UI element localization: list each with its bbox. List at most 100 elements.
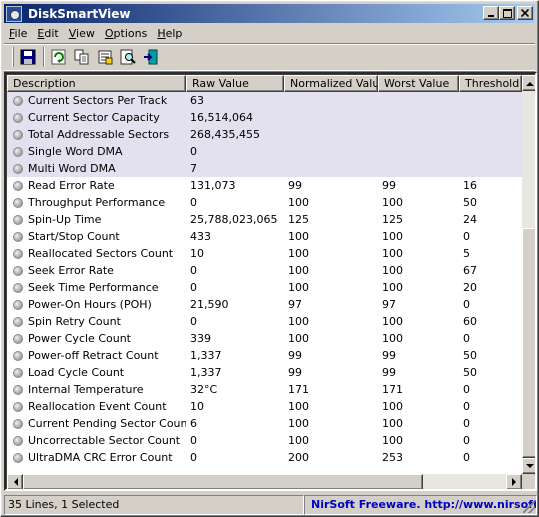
nirsoft-link-text[interactable]: NirSoft Freeware. http://www.nirsoft.n bbox=[311, 498, 536, 511]
cell-threshold: 0 bbox=[463, 451, 470, 464]
column-header-threshold[interactable]: Threshold ... bbox=[459, 75, 522, 92]
refresh-icon bbox=[51, 49, 66, 65]
table-row[interactable]: Current Sectors Per Track 63 bbox=[7, 92, 522, 109]
copy-icon bbox=[74, 49, 89, 65]
table-row[interactable]: Reallocated Sectors Count 10 100 100 5 bbox=[7, 245, 522, 262]
description-text: Start/Stop Count bbox=[28, 230, 120, 243]
description-text: Seek Time Performance bbox=[28, 281, 159, 294]
cell-threshold: 50 bbox=[463, 366, 477, 379]
column-header-normalized-value[interactable]: Normalized Value bbox=[284, 75, 378, 92]
horizontal-scroll-thumb[interactable] bbox=[23, 474, 423, 489]
cell-description: Spin Retry Count bbox=[7, 315, 186, 328]
toolbar-grip[interactable] bbox=[12, 47, 14, 67]
cell-worst-value: 100 bbox=[382, 400, 403, 413]
cell-threshold: 50 bbox=[463, 349, 477, 362]
copy-button[interactable] bbox=[71, 46, 93, 68]
scroll-up-button[interactable] bbox=[522, 75, 535, 91]
cell-description: Load Cycle Count bbox=[7, 366, 186, 379]
cell-raw-value: 10 bbox=[190, 247, 204, 260]
cell-normalized-value: 200 bbox=[288, 451, 309, 464]
find-button[interactable] bbox=[117, 46, 139, 68]
scroll-right-button[interactable] bbox=[506, 474, 522, 489]
cell-description: Reallocation Event Count bbox=[7, 400, 186, 413]
status-bullet-icon bbox=[13, 418, 23, 429]
nirsoft-link[interactable]: NirSoft Freeware. http://www.nirsoft.n bbox=[304, 495, 537, 515]
status-bullet-icon bbox=[13, 95, 23, 106]
menu-file[interactable]: File bbox=[4, 27, 32, 40]
table-row[interactable]: Reallocation Event Count 10 100 100 0 bbox=[7, 398, 522, 415]
table-row[interactable]: Internal Temperature 32°C 171 171 0 bbox=[7, 381, 522, 398]
cell-description: Internal Temperature bbox=[7, 383, 186, 396]
resize-grip[interactable] bbox=[523, 501, 535, 513]
cell-worst-value: 100 bbox=[382, 281, 403, 294]
properties-button[interactable] bbox=[94, 46, 116, 68]
vertical-scroll-thumb[interactable] bbox=[522, 228, 535, 458]
cell-description: Total Addressable Sectors bbox=[7, 128, 186, 141]
status-bullet-icon bbox=[13, 231, 23, 242]
table-row[interactable]: Start/Stop Count 433 100 100 0 bbox=[7, 228, 522, 245]
cell-normalized-value: 100 bbox=[288, 400, 309, 413]
disk-app-icon[interactable] bbox=[6, 5, 22, 22]
menu-view[interactable]: View bbox=[64, 27, 100, 40]
table-row[interactable]: Power-off Retract Count 1,337 99 99 50 bbox=[7, 347, 522, 364]
table-row[interactable]: Single Word DMA 0 bbox=[7, 143, 522, 160]
cell-worst-value: 100 bbox=[382, 230, 403, 243]
close-button[interactable] bbox=[517, 6, 533, 20]
table-row[interactable]: Seek Error Rate 0 100 100 67 bbox=[7, 262, 522, 279]
description-text: Spin Retry Count bbox=[28, 315, 121, 328]
column-header-description[interactable]: Description bbox=[7, 75, 186, 92]
cell-threshold: 60 bbox=[463, 315, 477, 328]
table-row[interactable]: Current Sector Capacity 16,514,064 bbox=[7, 109, 522, 126]
horizontal-scrollbar[interactable] bbox=[7, 474, 522, 489]
vertical-scrollbar[interactable] bbox=[522, 75, 535, 474]
cell-normalized-value: 100 bbox=[288, 264, 309, 277]
table-row[interactable]: Power Cycle Count 339 100 100 0 bbox=[7, 330, 522, 347]
status-bullet-icon bbox=[13, 163, 23, 174]
table-row[interactable]: Power-On Hours (POH) 21,590 97 97 0 bbox=[7, 296, 522, 313]
table-row[interactable]: Total Addressable Sectors 268,435,455 bbox=[7, 126, 522, 143]
refresh-button[interactable] bbox=[48, 46, 70, 68]
cell-normalized-value: 97 bbox=[288, 298, 302, 311]
description-text: Reallocation Event Count bbox=[28, 400, 167, 413]
description-text: Power Cycle Count bbox=[28, 332, 131, 345]
menu-edit[interactable]: Edit bbox=[32, 27, 63, 40]
description-text: Internal Temperature bbox=[28, 383, 144, 396]
cell-normalized-value: 100 bbox=[288, 281, 309, 294]
status-bullet-icon bbox=[13, 316, 23, 327]
table-row[interactable]: Seek Time Performance 0 100 100 20 bbox=[7, 279, 522, 296]
table-row[interactable]: Load Cycle Count 1,337 99 99 50 bbox=[7, 364, 522, 381]
scroll-down-button[interactable] bbox=[522, 458, 535, 474]
smart-attributes-list[interactable]: Description Raw Value Normalized Value W… bbox=[4, 72, 537, 491]
cell-description: Power-On Hours (POH) bbox=[7, 298, 186, 311]
cell-threshold: 0 bbox=[463, 332, 470, 345]
table-row[interactable]: Spin Retry Count 0 100 100 60 bbox=[7, 313, 522, 330]
table-row[interactable]: Throughput Performance 0 100 100 50 bbox=[7, 194, 522, 211]
description-text: Multi Word DMA bbox=[28, 162, 116, 175]
column-header-worst-value[interactable]: Worst Value bbox=[378, 75, 459, 92]
minimize-button[interactable] bbox=[483, 6, 499, 20]
cell-worst-value: 97 bbox=[382, 298, 396, 311]
title-bar[interactable]: DiskSmartView bbox=[4, 4, 535, 23]
table-row[interactable]: Spin-Up Time 25,788,023,065 125 125 24 bbox=[7, 211, 522, 228]
column-header-raw-value[interactable]: Raw Value bbox=[186, 75, 284, 92]
table-row[interactable]: UltraDMA CRC Error Count 0 200 253 0 bbox=[7, 449, 522, 466]
cell-raw-value: 0 bbox=[190, 264, 197, 277]
menu-help[interactable]: Help bbox=[152, 27, 187, 40]
cell-description: Uncorrectable Sector Count bbox=[7, 434, 186, 447]
maximize-button[interactable] bbox=[499, 6, 515, 20]
cell-normalized-value: 100 bbox=[288, 230, 309, 243]
properties-icon bbox=[98, 50, 113, 65]
table-row[interactable]: Uncorrectable Sector Count 0 100 100 0 bbox=[7, 432, 522, 449]
save-button[interactable] bbox=[17, 46, 39, 68]
cell-threshold: 0 bbox=[463, 400, 470, 413]
menu-options[interactable]: Options bbox=[100, 27, 152, 40]
cell-raw-value: 21,590 bbox=[190, 298, 229, 311]
description-text: Load Cycle Count bbox=[28, 366, 125, 379]
table-row[interactable]: Read Error Rate 131,073 99 99 16 bbox=[7, 177, 522, 194]
table-row[interactable]: Multi Word DMA 7 bbox=[7, 160, 522, 177]
cell-description: Current Sector Capacity bbox=[7, 111, 186, 124]
exit-button[interactable] bbox=[140, 46, 162, 68]
table-row[interactable]: Current Pending Sector Count 6 100 100 0 bbox=[7, 415, 522, 432]
scroll-left-button[interactable] bbox=[7, 474, 23, 489]
description-text: Total Addressable Sectors bbox=[28, 128, 170, 141]
